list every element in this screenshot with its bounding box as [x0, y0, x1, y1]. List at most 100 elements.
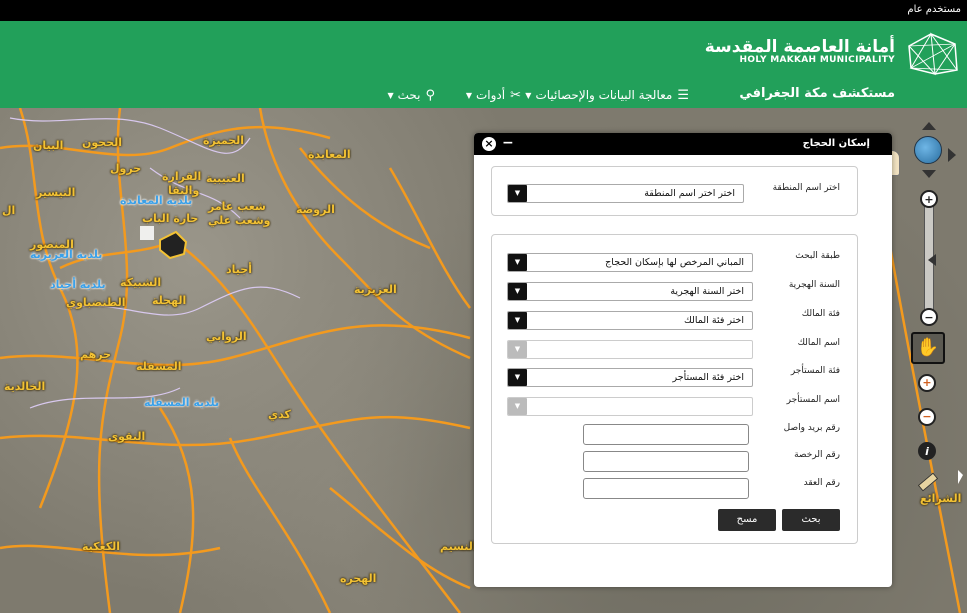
nav-search[interactable]: ⚲ بحث ▼ [387, 85, 435, 105]
select-value: المباني المرخص لها بإسكان الحجاج [605, 257, 744, 268]
map-label: حارة الباب [142, 212, 199, 225]
search-button[interactable]: بحث [782, 509, 840, 531]
user-name[interactable]: مستخدم عام [907, 4, 961, 15]
map-label: القرارة [162, 170, 202, 183]
field-label: فئة المستأجر [790, 366, 840, 376]
chevron-down-icon: ▼ [508, 369, 527, 386]
logo-arabic-text: أمانة العاصمة المقدسة [704, 37, 895, 57]
map-label: العزيزية [354, 283, 397, 296]
map-label: كدي [268, 408, 291, 421]
map-label: العتيبية [206, 172, 245, 185]
nav-tools[interactable]: ✂ أدوات ▼ [466, 85, 521, 105]
chevron-down-icon: ▼ [465, 90, 472, 100]
zoom-out-button[interactable]: − [920, 308, 938, 326]
pilgrim-housing-dialog: إسكان الحجاج × − اختر اسم المنطقة اختر ا… [474, 133, 892, 587]
search-layer-select[interactable]: المباني المرخص لها بإسكان الحجاج ▼ [507, 253, 753, 272]
owner-name-select[interactable]: ▼ [507, 340, 753, 359]
header: أمانة العاصمة المقدسة HOLY MAKKAH MUNICI… [0, 21, 967, 108]
field-label: فئة المالك [801, 309, 840, 319]
dialog-title: إسكان الحجاج [802, 138, 870, 149]
field-label: السنة الهجرية [788, 280, 840, 290]
nav-data-statistics[interactable]: ☰ معالجة البيانات والإحصائيات ▼ [525, 85, 689, 105]
cursor-icon [958, 470, 963, 484]
field-label: رقم بريد واصل [783, 423, 840, 433]
region-select[interactable]: اختر اختر اسم المنطقة ▼ [507, 184, 744, 203]
pan-down-icon[interactable] [922, 170, 936, 178]
minimize-icon[interactable]: − [502, 136, 514, 150]
field-label: رقم الرخصة [794, 450, 840, 460]
info-icon[interactable]: i [918, 442, 936, 460]
map-label: وشعب علي [208, 214, 271, 227]
logo-english-text: HOLY MAKKAH MUNICIPALITY [739, 55, 895, 65]
nav-label: بحث [397, 88, 421, 102]
map-label: بلدية المعابدة [120, 194, 193, 207]
wasel-number-input[interactable] [583, 424, 749, 445]
zoom-in-button[interactable]: + [920, 190, 938, 208]
globe-icon[interactable] [914, 136, 942, 164]
map-label: التيسير [36, 186, 76, 199]
pan-hand-button[interactable]: ✋ [911, 332, 945, 364]
clear-button[interactable]: مسح [718, 509, 776, 531]
chevron-down-icon: ▼ [508, 312, 527, 329]
top-user-bar: مستخدم عام [0, 0, 967, 21]
pan-up-icon[interactable] [922, 122, 936, 130]
chevron-down-icon: ▼ [387, 90, 394, 100]
chevron-down-icon: ▼ [508, 283, 527, 300]
map-label: جرول [110, 162, 142, 175]
chevron-down-icon: ▼ [525, 90, 532, 100]
owner-category-select[interactable]: اختر فئة المالك ▼ [507, 311, 753, 330]
map-label: الروضة [296, 203, 335, 216]
select-value: اختر اختر اسم المنطقة [644, 188, 735, 199]
municipality-logo-icon [905, 30, 959, 76]
map-label: الهجره [340, 572, 377, 585]
zoom-slider-handle[interactable] [928, 254, 936, 266]
tenant-category-select[interactable]: اختر فئة المستأجر ▼ [507, 368, 753, 387]
search-icon: ⚲ [425, 87, 435, 103]
zoom-in-tool-icon[interactable]: + [918, 374, 936, 392]
select-value: اختر السنة الهجرية [670, 286, 744, 297]
map-label: المنصور [30, 238, 74, 251]
map-label: بلدية أجياد [50, 278, 106, 291]
nav-label: أدوات [475, 88, 506, 102]
hand-icon: ✋ [916, 337, 940, 358]
chevron-down-icon: ▼ [508, 254, 527, 271]
search-criteria-panel: طبقة البحث المباني المرخص لها بإسكان الح… [491, 234, 858, 544]
map-label: النسيم [440, 540, 477, 553]
map-label: الشرائع [920, 492, 962, 505]
hijri-year-select[interactable]: اختر السنة الهجرية ▼ [507, 282, 753, 301]
tools-icon: ✂ [510, 87, 521, 103]
dialog-title-bar[interactable]: إسكان الحجاج × − [474, 133, 892, 155]
region-panel: اختر اسم المنطقة اختر اختر اسم المنطقة ▼ [491, 166, 858, 216]
field-label: رقم العقد [803, 478, 840, 488]
license-number-input[interactable] [583, 451, 749, 472]
chevron-down-icon: ▼ [508, 398, 527, 415]
select-value: اختر فئة المالك [684, 315, 744, 326]
chevron-down-icon: ▼ [508, 185, 527, 202]
tenant-name-select[interactable]: ▼ [507, 397, 753, 416]
pan-right-icon[interactable] [948, 148, 956, 162]
map-label: الجميزة [203, 134, 245, 147]
map-label: المعابدة [308, 148, 351, 161]
database-icon: ☰ [677, 87, 689, 103]
map-label: ال [2, 204, 16, 217]
select-value: اختر فئة المستأجر [672, 372, 744, 383]
map-label: الكعكية [82, 540, 121, 553]
contract-number-input[interactable] [583, 478, 749, 499]
map-label: البيان [33, 139, 64, 152]
close-icon[interactable]: × [482, 137, 496, 151]
map-label: الروابي [206, 330, 247, 343]
field-label: اسم المستأجر [786, 395, 840, 405]
map-label: المسفلة [136, 360, 182, 373]
map-label: الطنضباوي [66, 296, 126, 309]
map-label: الحجون [82, 136, 123, 149]
map-label: النقوى [108, 430, 146, 443]
chevron-down-icon: ▼ [508, 341, 527, 358]
zoom-out-tool-icon[interactable]: − [918, 408, 936, 426]
field-label: اسم المالك [797, 338, 840, 348]
map-label: جرهم [80, 348, 112, 361]
nav-label: معالجة البيانات والإحصائيات [535, 88, 673, 102]
map-label: شعب عامر [208, 200, 266, 213]
map-label: الشبيكة [120, 276, 162, 289]
app-title: مستكشف مكة الجغرافي [739, 86, 895, 101]
pan-control[interactable] [912, 122, 946, 182]
